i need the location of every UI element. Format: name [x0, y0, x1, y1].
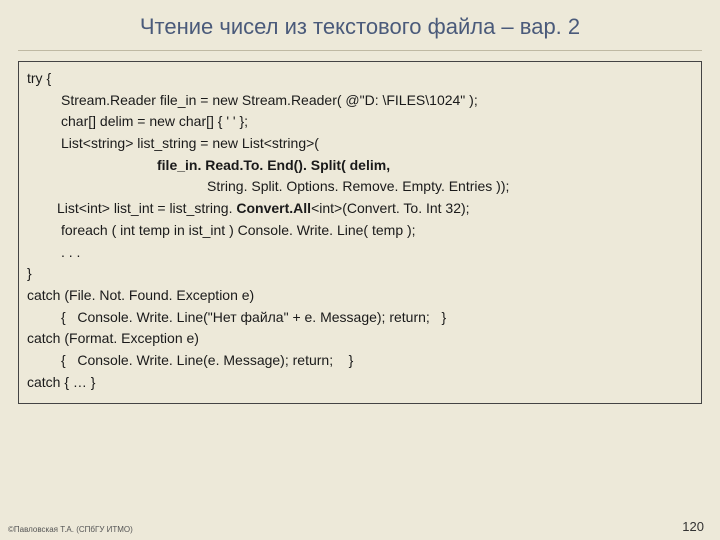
- code-line: char[] delim = new char[] { ' ' };: [27, 111, 695, 133]
- code-line: file_in. Read.To. End(). Split( delim,: [27, 155, 695, 177]
- code-line: List<int> list_int = list_string. Conver…: [27, 198, 695, 220]
- code-block: try { Stream.Reader file_in = new Stream…: [18, 61, 702, 404]
- code-line: foreach ( int temp in ist_int ) Console.…: [27, 220, 695, 242]
- code-line: . . .: [27, 242, 695, 264]
- code-line: catch { … }: [27, 372, 695, 394]
- code-line: }: [27, 263, 695, 285]
- code-line: { Console. Write. Line("Нет файла" + e. …: [27, 307, 695, 329]
- slide: Чтение чисел из текстового файла – вар. …: [0, 0, 720, 540]
- code-line: Stream.Reader file_in = new Stream.Reade…: [27, 90, 695, 112]
- code-line: catch (File. Not. Found. Exception e): [27, 285, 695, 307]
- slide-title: Чтение чисел из текстового файла – вар. …: [18, 8, 702, 51]
- footer-copyright: ©Павловская Т.А. (СПбГУ ИТМО): [8, 525, 133, 534]
- code-line: { Console. Write. Line(e. Message); retu…: [27, 350, 695, 372]
- code-line: List<string> list_string = new List<stri…: [27, 133, 695, 155]
- code-line: catch (Format. Exception e): [27, 328, 695, 350]
- code-line: try {: [27, 68, 695, 90]
- page-number: 120: [682, 519, 704, 534]
- code-line: String. Split. Options. Remove. Empty. E…: [27, 176, 695, 198]
